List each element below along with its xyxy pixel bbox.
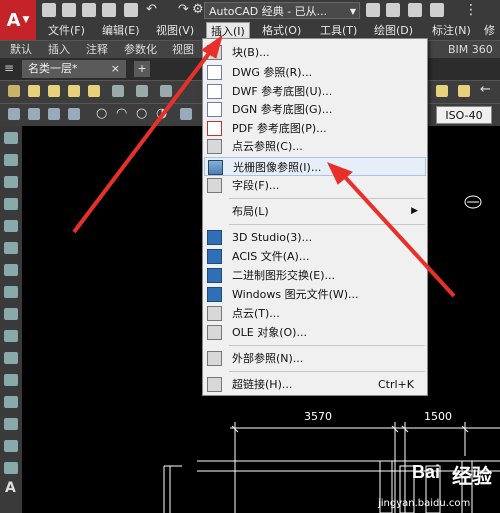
watermark-url: jingyan.baidu.com [378, 498, 471, 509]
arrow-to-insert-menu [72, 50, 212, 234]
baidu-watermark: Bai 经验 jingyan.baidu.com [368, 456, 500, 513]
arrow-head [201, 34, 223, 59]
watermark-brand-cn: 经验 [452, 464, 492, 488]
annotation-arrows [72, 34, 456, 298]
arrow-to-raster-item [342, 174, 456, 298]
watermark-brand: Bai [412, 462, 441, 482]
